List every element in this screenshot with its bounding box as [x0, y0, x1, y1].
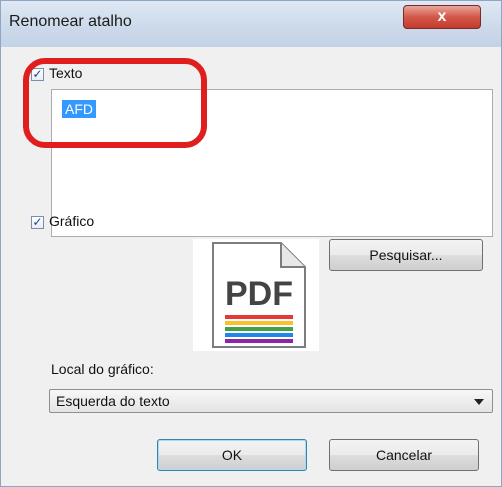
close-icon: x	[437, 8, 447, 25]
title-bar: Renomear atalho x	[1, 1, 501, 47]
dialog-body: ✓ Texto AFD ✓ Gráfico PDF Pesquisar... L…	[7, 49, 495, 479]
dialog-title: Renomear atalho	[9, 13, 132, 30]
cancel-button[interactable]: Cancelar	[329, 439, 479, 471]
browse-button[interactable]: Pesquisar...	[329, 239, 483, 271]
rename-shortcut-dialog: Renomear atalho x ✓ Texto AFD ✓ Gráfico …	[0, 0, 502, 487]
placement-dropdown[interactable]: Esquerda do texto	[49, 389, 493, 413]
pdf-file-icon: PDF	[212, 242, 306, 348]
placement-label: Local do gráfico:	[51, 361, 154, 377]
graphic-checkbox[interactable]: ✓	[31, 216, 44, 229]
graphic-checkbox-label: Gráfico	[49, 213, 95, 229]
placement-value: Esquerda do texto	[56, 393, 170, 409]
ok-button[interactable]: OK	[157, 439, 307, 471]
highlight-annotation	[23, 58, 207, 148]
chevron-down-icon	[474, 399, 484, 405]
checkmark-icon: ✓	[32, 215, 43, 229]
close-button[interactable]: x	[403, 5, 481, 29]
graphic-preview: PDF	[193, 239, 319, 351]
pdf-label: PDF	[225, 275, 293, 313]
